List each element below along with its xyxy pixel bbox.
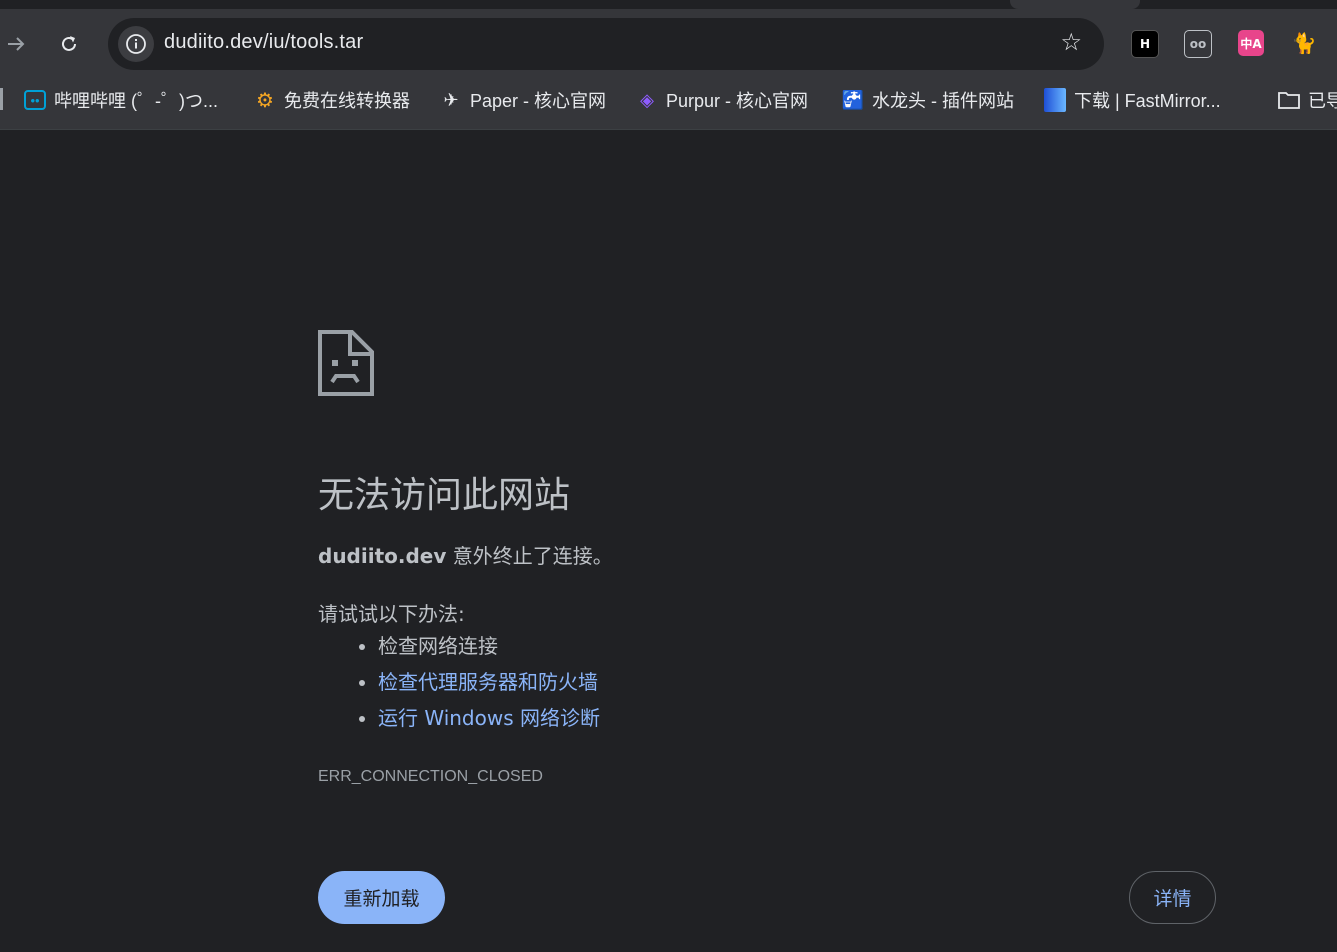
reload-icon xyxy=(62,36,76,51)
suggestion-check-proxy: 检查代理服务器和防火墙 xyxy=(378,664,600,700)
error-domain: dudiito.dev xyxy=(318,544,447,568)
error-message: dudiito.dev 意外终止了连接。 xyxy=(318,540,613,569)
suggestion-check-network: 检查网络连接 xyxy=(378,628,600,664)
error-code: ERR_CONNECTION_CLOSED xyxy=(318,768,543,785)
browser-chrome: dudiito.dev/iu/tools.tar ☆ H oo 中A 🐈 •• … xyxy=(0,0,1337,130)
run-diagnostics-link[interactable]: 运行 Windows 网络诊断 xyxy=(378,706,600,730)
fastmirror-book-icon xyxy=(1044,88,1066,112)
details-button[interactable]: 详情 xyxy=(1129,871,1216,924)
bilibili-icon: •• xyxy=(24,90,46,110)
gear-icon: ⚙ xyxy=(256,89,274,112)
reload-page-button[interactable]: 重新加载 xyxy=(318,871,445,924)
bookmark-converter[interactable]: ⚙ 免费在线转换器 xyxy=(254,82,410,118)
paper-plane-icon: ✈ xyxy=(443,89,459,110)
try-label: 请试试以下办法: xyxy=(318,602,465,626)
error-heading: 无法访问此网站 xyxy=(318,475,571,516)
bookmark-purpur[interactable]: ◈ Purpur - 核心官网 xyxy=(636,82,808,118)
bookmark-folder-imported[interactable]: 已导 xyxy=(1278,82,1337,118)
arrow-right-icon xyxy=(8,37,25,51)
faucet-icon: 🚰 xyxy=(841,89,865,110)
bookmark-fastmirror[interactable]: 下载 | FastMirror... xyxy=(1044,82,1221,118)
suggestion-run-diagnostics: 运行 Windows 网络诊断 xyxy=(378,700,600,736)
address-bar[interactable]: dudiito.dev/iu/tools.tar ☆ xyxy=(108,18,1104,70)
info-icon xyxy=(126,34,146,54)
star-icon[interactable]: ☆ xyxy=(1060,28,1082,56)
forward-button[interactable] xyxy=(0,28,32,60)
bookmarks-bar: •• 哔哩哔哩 (゜-゜)つ... ⚙ 免费在线转换器 ✈ Paper - 核心… xyxy=(0,82,1337,118)
error-page: 无法访问此网站 dudiito.dev 意外终止了连接。 请试试以下办法: 检查… xyxy=(318,130,1218,952)
bookmark-paper[interactable]: ✈ Paper - 核心官网 xyxy=(440,82,606,118)
bookmark-bilibili[interactable]: •• 哔哩哔哩 (゜-゜)つ... xyxy=(24,82,218,118)
site-info-button[interactable] xyxy=(118,26,154,62)
suggestions-list: 检查网络连接 检查代理服务器和防火墙 运行 Windows 网络诊断 xyxy=(318,628,600,736)
purpur-cube-icon: ◈ xyxy=(640,89,654,110)
error-message-text: 意外终止了连接。 xyxy=(446,544,613,568)
cat-extension-icon[interactable]: 🐈 xyxy=(1291,30,1317,56)
eyes-extension-icon[interactable]: oo xyxy=(1184,30,1212,58)
active-tab[interactable] xyxy=(1010,0,1140,9)
reload-button[interactable] xyxy=(53,28,85,60)
sad-document-icon xyxy=(318,330,374,396)
check-proxy-link[interactable]: 检查代理服务器和防火墙 xyxy=(378,670,598,694)
folder-icon xyxy=(1278,89,1300,111)
h-extension-icon[interactable]: H xyxy=(1131,30,1159,58)
tab-strip xyxy=(0,0,1337,9)
url-text[interactable]: dudiito.dev/iu/tools.tar xyxy=(164,31,363,54)
bookmark-faucet[interactable]: 🚰 水龙头 - 插件网站 xyxy=(842,82,1014,118)
translate-extension-icon[interactable]: 中A xyxy=(1238,30,1264,56)
